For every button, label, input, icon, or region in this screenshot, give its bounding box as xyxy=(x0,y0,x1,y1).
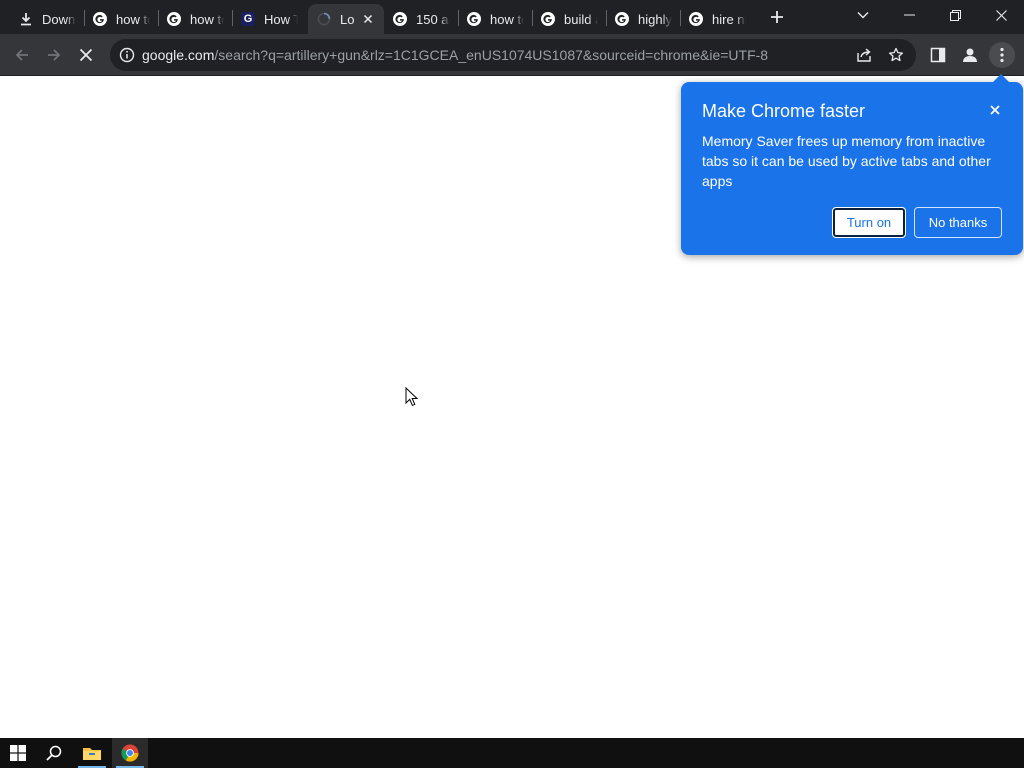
chrome-menu-button[interactable] xyxy=(988,41,1016,69)
chrome-logo-icon xyxy=(121,744,139,762)
address-bar[interactable]: google.com/search?q=artillery+gun&rlz=1C… xyxy=(110,39,916,71)
tab-item[interactable]: build a xyxy=(532,4,606,34)
tab-title: how to xyxy=(490,11,524,27)
url-host: google.com xyxy=(142,47,215,63)
mouse-cursor-icon xyxy=(405,387,419,407)
tab-title: Downl xyxy=(42,11,76,27)
tab-item[interactable]: how to xyxy=(84,4,158,34)
tab-title: how to xyxy=(190,11,224,27)
close-icon xyxy=(990,105,1000,115)
back-arrow-icon xyxy=(15,49,28,61)
google-g-icon xyxy=(688,11,704,27)
tab-item[interactable]: G How T xyxy=(232,4,306,34)
folder-icon xyxy=(83,748,101,760)
search-icon xyxy=(46,745,62,761)
popup-title: Make Chrome faster xyxy=(702,101,866,121)
google-g-icon xyxy=(92,11,108,27)
tab-active[interactable]: Lo xyxy=(308,4,384,34)
turn-on-button[interactable]: Turn on xyxy=(832,207,906,238)
restore-button[interactable] xyxy=(932,0,978,30)
taskbar-chrome[interactable] xyxy=(112,738,148,768)
tab-title: Lo xyxy=(340,11,355,27)
profile-avatar-icon xyxy=(963,48,977,62)
letter-g-icon: G xyxy=(240,11,256,27)
plus-icon xyxy=(771,11,783,23)
memory-saver-promo: Make Chrome faster Memory Saver frees up… xyxy=(681,74,1023,255)
start-button[interactable] xyxy=(0,738,36,768)
minimize-button[interactable] xyxy=(886,0,932,30)
google-g-icon xyxy=(466,11,482,27)
tab-item[interactable]: 150 ac xyxy=(384,4,458,34)
google-g-icon xyxy=(614,11,630,27)
tab-title: how to xyxy=(116,11,150,27)
forward-button[interactable] xyxy=(40,41,68,69)
chevron-down-icon xyxy=(857,12,869,19)
close-window-button[interactable] xyxy=(978,0,1024,30)
tab-close-icon[interactable] xyxy=(360,11,376,27)
new-tab-button[interactable] xyxy=(764,6,790,28)
popup-body: Memory Saver frees up memory from inacti… xyxy=(702,133,991,189)
tab-title: 150 ac xyxy=(416,11,450,27)
forward-arrow-icon xyxy=(48,49,61,61)
tab-strip: Downl how to how to G How T Lo 150 ac ho… xyxy=(0,0,1024,34)
tab-item[interactable]: highly xyxy=(606,4,680,34)
download-icon xyxy=(18,11,34,27)
tab-item[interactable]: how to xyxy=(158,4,232,34)
taskbar-file-explorer[interactable] xyxy=(74,738,110,768)
side-panel-button[interactable] xyxy=(924,41,952,69)
share-icon[interactable] xyxy=(856,47,872,63)
google-g-icon xyxy=(540,11,556,27)
stop-loading-button[interactable] xyxy=(72,41,100,69)
url-path: /search?q=artillery+gun&rlz=1C1GCEA_enUS… xyxy=(214,47,769,63)
windows-taskbar xyxy=(0,738,1024,768)
windows-logo-icon xyxy=(10,745,26,761)
browser-toolbar: google.com/search?q=artillery+gun&rlz=1C… xyxy=(0,34,1024,76)
popup-close-button[interactable] xyxy=(987,102,1003,118)
loading-spinner-icon xyxy=(316,11,332,27)
search-button[interactable] xyxy=(36,738,72,768)
bookmark-star-icon[interactable] xyxy=(888,47,904,63)
google-g-icon xyxy=(166,11,182,27)
tab-downloads[interactable]: Downl xyxy=(10,4,84,34)
more-vert-icon xyxy=(1000,47,1004,63)
tab-search-button[interactable] xyxy=(840,0,886,30)
stop-icon xyxy=(79,48,93,62)
profile-button[interactable] xyxy=(956,41,984,69)
minimize-icon xyxy=(903,14,915,16)
tab-title: highly xyxy=(638,11,672,27)
no-thanks-button[interactable]: No thanks xyxy=(914,207,1002,238)
url-text[interactable]: google.com/search?q=artillery+gun&rlz=1C… xyxy=(142,39,768,71)
side-panel-icon xyxy=(930,47,946,63)
back-button[interactable] xyxy=(8,41,36,69)
tab-title: build a xyxy=(564,11,598,27)
tab-item[interactable]: hire nu xyxy=(680,4,754,34)
tab-item[interactable]: how to xyxy=(458,4,532,34)
google-g-icon xyxy=(392,11,408,27)
site-info-icon[interactable] xyxy=(119,47,135,63)
close-icon xyxy=(995,9,1007,21)
restore-icon xyxy=(949,9,961,21)
tab-title: hire nu xyxy=(712,11,746,27)
tab-title: How T xyxy=(264,11,298,27)
